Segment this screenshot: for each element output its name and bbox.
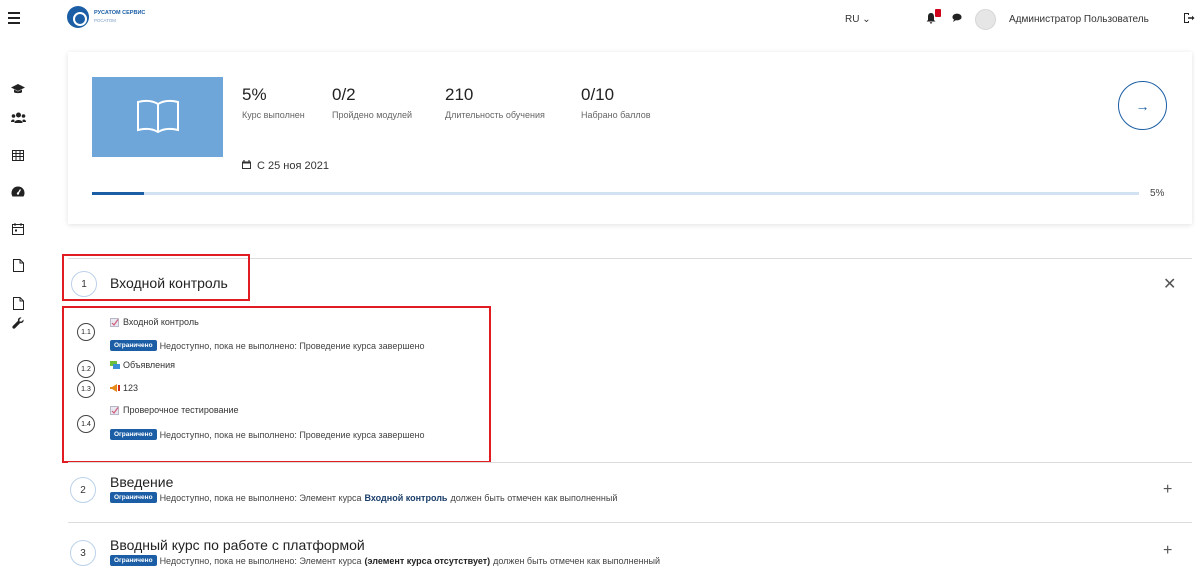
restricted-badge: Ограничено (110, 492, 157, 503)
file-icon[interactable] (11, 297, 25, 313)
restriction-text: должен быть отмечен как выполненный (493, 555, 661, 566)
megaphone-icon (110, 383, 120, 393)
activity-name: Объявления (123, 360, 176, 370)
section-title[interactable]: Вводный курс по работе с платформой (110, 537, 365, 553)
wrench-icon[interactable] (11, 317, 25, 332)
table-icon[interactable] (11, 150, 25, 164)
restriction-info: Ограничено Недоступно, пока не выполнено… (110, 492, 617, 503)
stat-label: Пройдено модулей (332, 110, 413, 120)
restriction-text: Недоступно, пока не выполнено: Элемент к… (159, 492, 362, 503)
progress-fill (92, 192, 145, 195)
restriction-text: должен быть отмечен как выполненный (450, 492, 618, 503)
expand-section-button[interactable]: + (1163, 481, 1172, 499)
calendar-icon (242, 160, 251, 172)
restriction-link[interactable]: Входной контроль (365, 493, 448, 503)
forum-icon (110, 360, 120, 370)
stat-label: Длительность обучения (445, 110, 545, 120)
stat-course-complete: 5% Курс выполнен (242, 85, 305, 120)
activity-item[interactable]: 123 (110, 383, 138, 393)
stat-value: 210 (445, 85, 474, 104)
restriction-info: Ограничено Недоступно, пока не выполнено… (110, 340, 425, 351)
date-text: С 25 ноя 2021 (257, 160, 329, 172)
section-divider (68, 462, 1192, 463)
progress-bar (92, 192, 1139, 195)
course-image (92, 77, 223, 157)
chat-icon[interactable] (952, 13, 962, 24)
restricted-badge: Ограничено (110, 555, 157, 566)
activity-number: 1.2 (77, 360, 95, 378)
logo[interactable]: РУСАТОМ СЕРВИС РОСАТОМ (67, 6, 145, 28)
section-title[interactable]: Входной контроль (110, 275, 228, 291)
progress-percent: 5% (1150, 188, 1165, 199)
language-selector[interactable]: RU ⌄ (845, 14, 871, 25)
dashboard-icon[interactable] (11, 186, 25, 200)
quiz-icon (110, 317, 119, 327)
graduation-cap-icon[interactable] (11, 83, 25, 98)
rosatom-logo-icon (67, 6, 89, 28)
stat-duration: 210 Длительность обучения (445, 85, 545, 120)
user-name[interactable]: Администратор Пользователь (1009, 14, 1149, 25)
section-title[interactable]: Введение (110, 474, 173, 490)
restriction-info: Ограничено Недоступно, пока не выполнено… (110, 429, 425, 440)
restriction-info: Ограничено Недоступно, пока не выполнено… (110, 555, 660, 566)
menu-icon[interactable] (8, 12, 20, 24)
restriction-text: Недоступно, пока не выполнено: Элемент к… (159, 555, 362, 566)
restriction-text: Недоступно, пока не выполнено: Проведени… (159, 340, 425, 351)
file-icon[interactable] (11, 259, 25, 275)
top-navbar: РУСАТОМ СЕРВИС РОСАТОМ RU ⌄ Администрато… (0, 0, 1195, 40)
activity-number: 1.1 (77, 323, 95, 341)
logout-icon[interactable] (1183, 12, 1195, 27)
restriction-missing: (элемент курса отсутствует) (364, 555, 491, 566)
section-number: 2 (70, 477, 96, 503)
book-icon (136, 99, 180, 136)
restricted-badge: Ограничено (110, 340, 157, 351)
logo-line1: РУСАТОМ СЕРВИС (94, 10, 146, 16)
stat-points: 0/10 Набрано баллов (581, 85, 651, 120)
avatar[interactable] (975, 9, 996, 30)
activity-item[interactable]: Проверочное тестирование (110, 405, 239, 415)
stat-value: 0/2 (332, 85, 356, 104)
users-icon[interactable] (11, 112, 26, 127)
continue-course-button[interactable]: → (1118, 81, 1167, 130)
stat-label: Набрано баллов (581, 110, 651, 120)
activity-number: 1.4 (77, 415, 95, 433)
stat-label: Курс выполнен (242, 110, 305, 120)
calendar-icon[interactable] (11, 223, 25, 238)
activity-name: Проверочное тестирование (123, 405, 239, 415)
stat-value: 5% (242, 85, 267, 104)
section-number: 3 (70, 540, 96, 566)
activity-number: 1.3 (77, 380, 95, 398)
course-start-date: С 25 ноя 2021 (242, 160, 329, 172)
activity-name: Входной контроль (123, 317, 199, 327)
restriction-text: Недоступно, пока не выполнено: Проведени… (159, 429, 425, 440)
section-divider (68, 522, 1192, 523)
notification-badge (935, 9, 941, 17)
restricted-badge: Ограничено (110, 429, 157, 440)
quiz-icon (110, 405, 119, 415)
course-summary-card: 5% Курс выполнен 0/2 Пройдено модулей 21… (68, 52, 1192, 224)
stat-modules-passed: 0/2 Пройдено модулей (332, 85, 412, 120)
section-number: 1 (71, 271, 97, 297)
collapse-section-button[interactable]: ✕ (1163, 274, 1176, 294)
stat-value: 0/10 (581, 85, 615, 104)
activity-item[interactable]: Входной контроль (110, 317, 199, 327)
activity-item[interactable]: Объявления (110, 360, 175, 370)
activity-name: 123 (123, 383, 139, 393)
expand-section-button[interactable]: + (1163, 542, 1172, 560)
logo-line2: РОСАТОМ (94, 18, 116, 23)
